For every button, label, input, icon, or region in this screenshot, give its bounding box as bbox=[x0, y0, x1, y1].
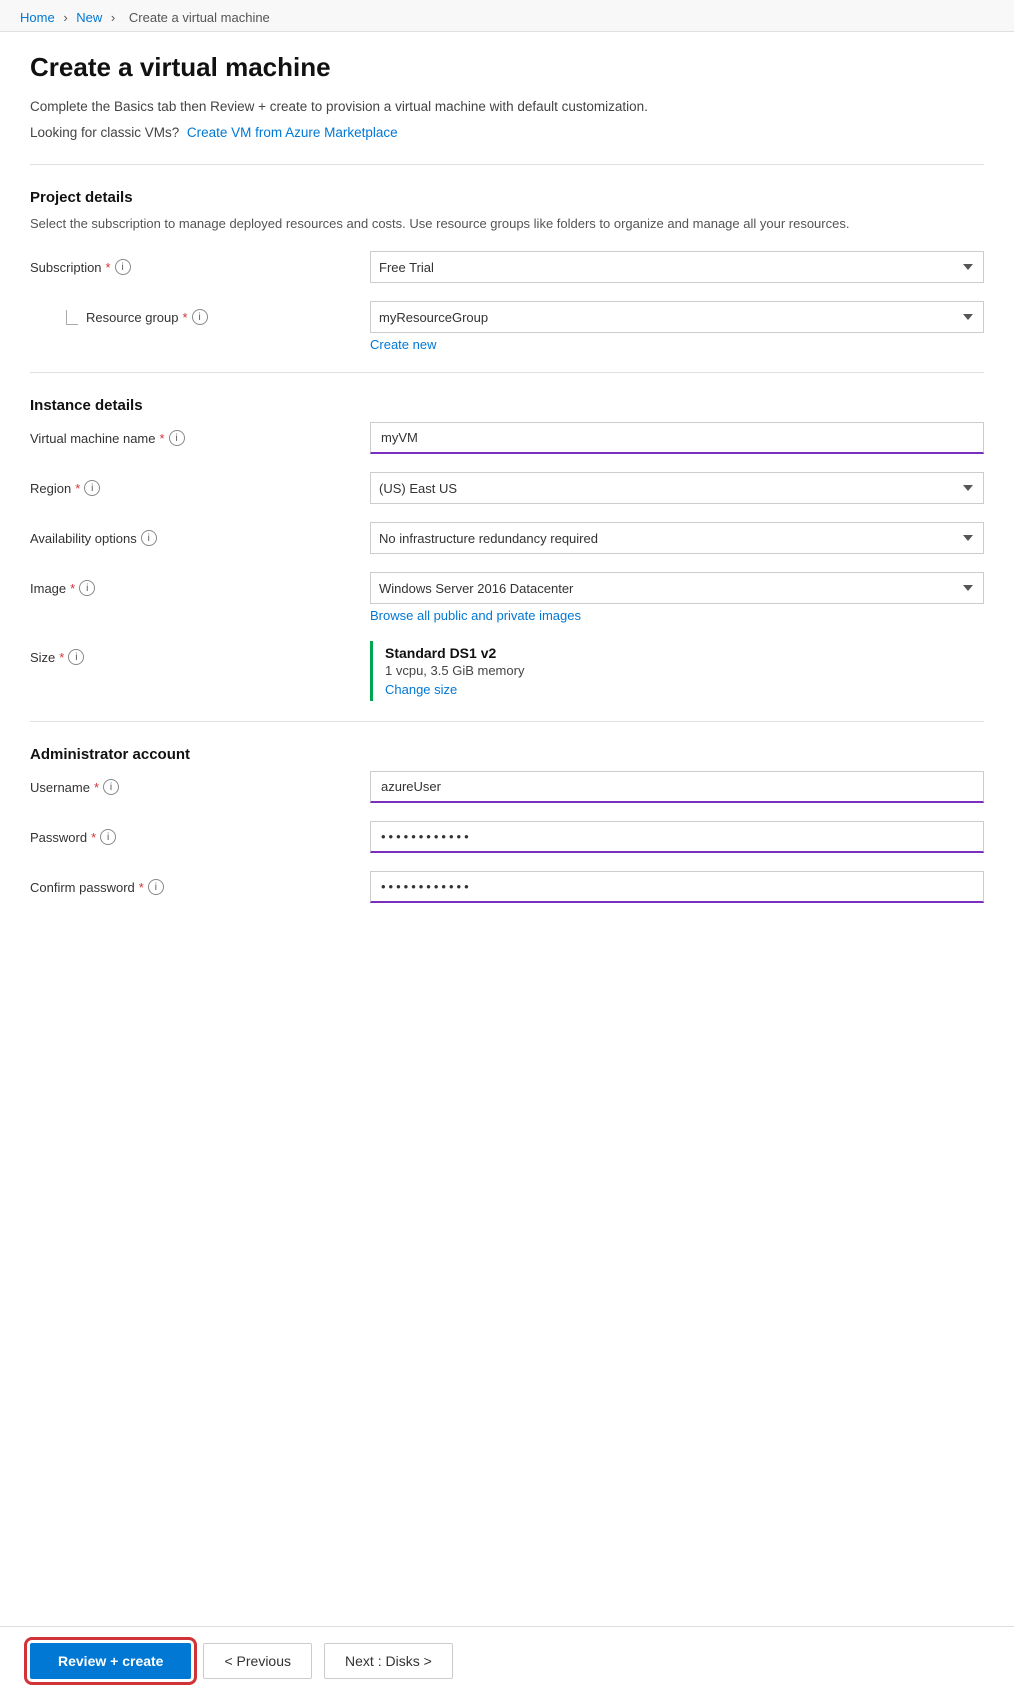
confirm-password-required: * bbox=[139, 880, 144, 895]
size-row: Size * i Standard DS1 v2 1 vcpu, 3.5 GiB… bbox=[30, 641, 984, 701]
password-info-icon[interactable]: i bbox=[100, 829, 116, 845]
breadcrumb: Home › New › Create a virtual machine bbox=[0, 0, 1014, 32]
resource-group-required: * bbox=[183, 310, 188, 325]
password-label: Password bbox=[30, 830, 87, 845]
availability-label: Availability options bbox=[30, 531, 137, 546]
section-instance-details: Instance details Virtual machine name * … bbox=[30, 397, 984, 701]
confirm-password-label: Confirm password bbox=[30, 880, 135, 895]
username-input[interactable] bbox=[370, 771, 984, 803]
username-required: * bbox=[94, 780, 99, 795]
username-label: Username bbox=[30, 780, 90, 795]
resource-group-row: Resource group * i myResourceGroup Creat… bbox=[30, 301, 984, 352]
size-info-icon[interactable]: i bbox=[68, 649, 84, 665]
create-new-link[interactable]: Create new bbox=[370, 337, 436, 352]
resource-group-label: Resource group bbox=[86, 310, 179, 325]
region-row: Region * i (US) East US bbox=[30, 472, 984, 504]
region-required: * bbox=[75, 481, 80, 496]
vm-name-info-icon[interactable]: i bbox=[169, 430, 185, 446]
bottom-bar: Review + create < Previous Next : Disks … bbox=[0, 1626, 1014, 1695]
confirm-password-row: Confirm password * i bbox=[30, 871, 984, 903]
section-admin-account: Administrator account Username * i Passw… bbox=[30, 746, 984, 903]
availability-select[interactable]: No infrastructure redundancy required bbox=[370, 522, 984, 554]
resource-group-info-icon[interactable]: i bbox=[192, 309, 208, 325]
section-desc-project: Select the subscription to manage deploy… bbox=[30, 214, 984, 234]
review-create-button[interactable]: Review + create bbox=[30, 1643, 191, 1679]
size-name: Standard DS1 v2 bbox=[385, 645, 984, 661]
section-title-instance: Instance details bbox=[30, 397, 984, 414]
subscription-select[interactable]: Free Trial bbox=[370, 251, 984, 283]
region-select[interactable]: (US) East US bbox=[370, 472, 984, 504]
vm-name-required: * bbox=[160, 431, 165, 446]
section-title-admin: Administrator account bbox=[30, 746, 984, 763]
subscription-label: Subscription bbox=[30, 260, 102, 275]
username-info-icon[interactable]: i bbox=[103, 779, 119, 795]
image-row: Image * i Windows Server 2016 Datacenter… bbox=[30, 572, 984, 623]
availability-info-icon[interactable]: i bbox=[141, 530, 157, 546]
classic-vm-link[interactable]: Create VM from Azure Marketplace bbox=[187, 125, 398, 140]
availability-row: Availability options i No infrastructure… bbox=[30, 522, 984, 554]
password-row: Password * i bbox=[30, 821, 984, 853]
password-required: * bbox=[91, 830, 96, 845]
confirm-password-input[interactable] bbox=[370, 871, 984, 903]
subscription-info-icon[interactable]: i bbox=[115, 259, 131, 275]
breadcrumb-home[interactable]: Home bbox=[20, 10, 55, 25]
image-select[interactable]: Windows Server 2016 Datacenter bbox=[370, 572, 984, 604]
subscription-row: Subscription * i Free Trial bbox=[30, 251, 984, 283]
vm-name-input[interactable] bbox=[370, 422, 984, 454]
size-required: * bbox=[59, 650, 64, 665]
section-title-project: Project details bbox=[30, 189, 984, 206]
vm-name-label: Virtual machine name bbox=[30, 431, 156, 446]
region-label: Region bbox=[30, 481, 71, 496]
resource-group-select[interactable]: myResourceGroup bbox=[370, 301, 984, 333]
intro-text-1: Complete the Basics tab then Review + cr… bbox=[30, 97, 984, 117]
image-label: Image bbox=[30, 581, 66, 596]
vm-name-row: Virtual machine name * i bbox=[30, 422, 984, 454]
image-info-icon[interactable]: i bbox=[79, 580, 95, 596]
browse-images-link[interactable]: Browse all public and private images bbox=[370, 608, 581, 623]
section-project-details: Project details Select the subscription … bbox=[30, 189, 984, 353]
subscription-required: * bbox=[106, 260, 111, 275]
size-desc: 1 vcpu, 3.5 GiB memory bbox=[385, 663, 984, 678]
breadcrumb-current: Create a virtual machine bbox=[129, 10, 270, 25]
next-disks-button[interactable]: Next : Disks > bbox=[324, 1643, 453, 1679]
intro-text-2: Looking for classic VMs? Create VM from … bbox=[30, 123, 984, 143]
size-block: Standard DS1 v2 1 vcpu, 3.5 GiB memory C… bbox=[370, 641, 984, 701]
region-info-icon[interactable]: i bbox=[84, 480, 100, 496]
image-required: * bbox=[70, 581, 75, 596]
previous-button[interactable]: < Previous bbox=[203, 1643, 312, 1679]
username-row: Username * i bbox=[30, 771, 984, 803]
password-input[interactable] bbox=[370, 821, 984, 853]
change-size-link[interactable]: Change size bbox=[385, 682, 457, 697]
size-label: Size bbox=[30, 650, 55, 665]
breadcrumb-new[interactable]: New bbox=[76, 10, 102, 25]
page-title: Create a virtual machine bbox=[30, 52, 984, 83]
confirm-password-info-icon[interactable]: i bbox=[148, 879, 164, 895]
